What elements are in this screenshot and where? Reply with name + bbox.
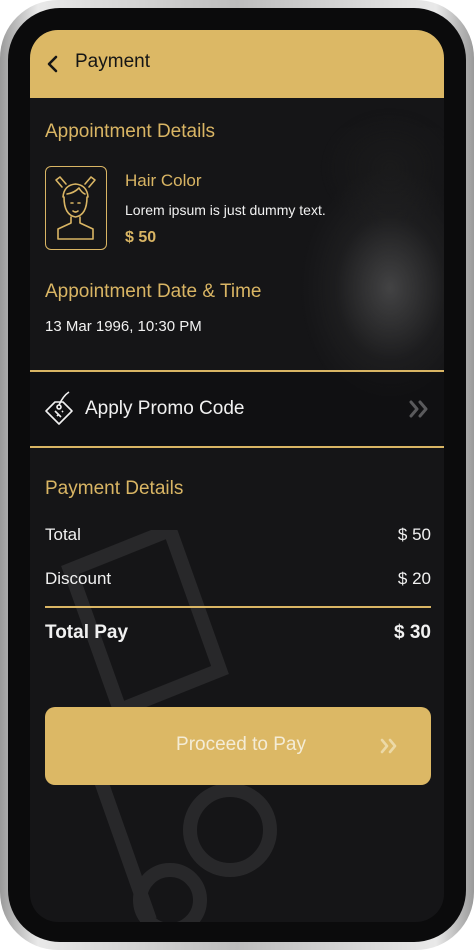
promo-code-label: Apply Promo Code <box>85 398 245 419</box>
total-value: $ 50 <box>397 525 431 544</box>
chevron-left-icon[interactable] <box>46 54 60 74</box>
appointment-details-title: Appointment Details <box>45 121 216 142</box>
discount-value: $ 20 <box>397 569 431 588</box>
payment-details-title: Payment Details <box>45 478 184 499</box>
app-header: Payment <box>30 30 444 98</box>
app-screen: Payment Appointment Details Hair Color L… <box>30 30 444 922</box>
payment-divider <box>45 606 431 608</box>
appointment-datetime-title: Appointment Date & Time <box>45 281 262 302</box>
page-title: Payment <box>75 51 150 72</box>
double-chevron-right-icon <box>380 738 397 754</box>
hair-salon-face-icon <box>55 176 96 240</box>
proceed-to-pay-button[interactable]: Proceed to Pay <box>45 707 431 785</box>
discount-label: Discount <box>45 569 112 588</box>
service-name: Hair Color <box>125 171 202 190</box>
total-label: Total <box>45 525 81 544</box>
service-thumbnail <box>45 166 107 250</box>
service-description: Lorem ipsum is just dummy text. <box>125 202 326 218</box>
total-pay-value: $ 30 <box>394 622 431 643</box>
tag-icon <box>45 391 73 425</box>
apply-promo-code-button[interactable]: Apply Promo Code <box>30 370 444 448</box>
appointment-datetime: 13 Mar 1996, 10:30 PM <box>45 318 202 335</box>
double-chevron-right-icon <box>409 400 428 418</box>
background-photo <box>280 98 444 558</box>
service-price: $ 50 <box>125 229 157 246</box>
total-pay-label: Total Pay <box>45 622 129 643</box>
